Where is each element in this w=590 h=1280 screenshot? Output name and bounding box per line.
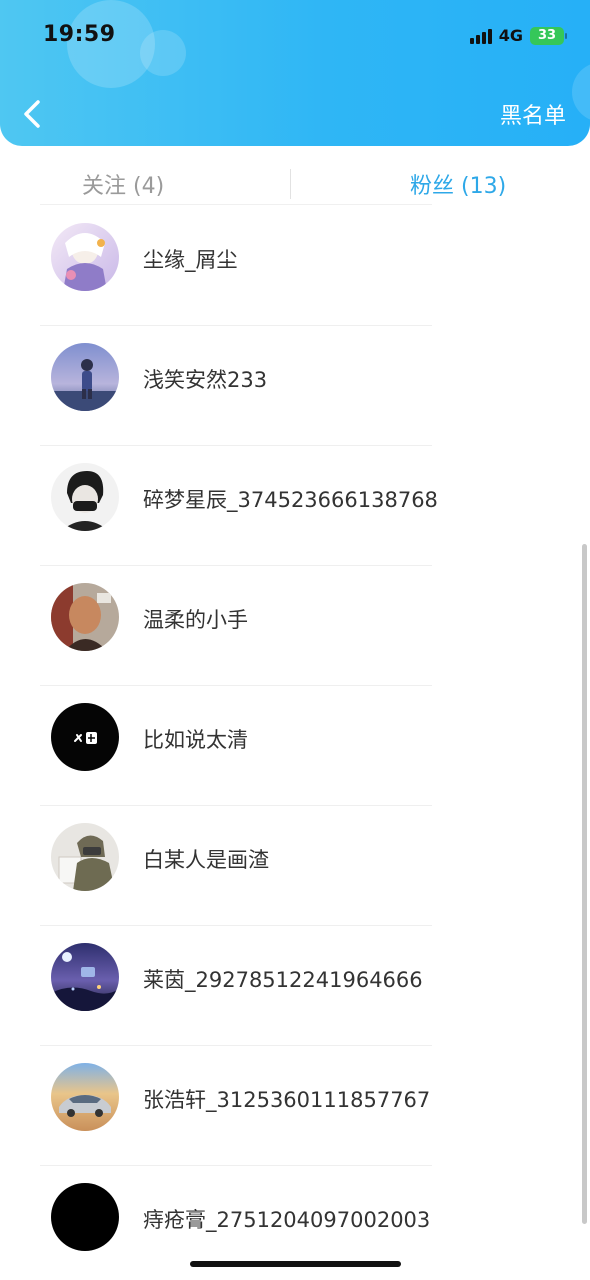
tab-followers[interactable]: 粉丝 (13) [410,168,506,200]
status-indicators: 4G 33 [469,26,567,45]
status-time: 19:59 [43,22,116,47]
username: 张浩轩_3125360111857767 [143,1088,431,1112]
username: 尘缘_屑尘 [143,248,238,272]
avatar[interactable] [51,583,119,651]
avatar[interactable] [51,703,119,771]
battery-icon: 33 [530,26,567,45]
avatar[interactable] [51,823,119,891]
decorative-bubble [140,30,186,76]
username: 碎梦星辰_374523666138768 [143,488,438,512]
network-type: 4G [498,26,523,45]
cellular-signal-icon [469,28,492,44]
tab-following[interactable]: 关注 (4) [82,168,164,200]
username: 比如说太清 [143,728,248,752]
blacklist-button[interactable]: 黑名单 [500,98,566,130]
avatar[interactable] [51,943,119,1011]
avatar[interactable] [51,343,119,411]
list-item[interactable]: 温柔的小手 [0,566,590,686]
divider [40,204,432,205]
home-indicator[interactable] [190,1261,401,1267]
decorative-bubble [572,62,590,122]
battery-level: 33 [537,28,557,43]
follow-tabs: 关注 (4) 粉丝 (13) [0,160,590,208]
list-item[interactable]: 浅笑安然233 [0,326,590,446]
list-item[interactable]: 白某人是画渣 [0,806,590,926]
avatar[interactable] [51,223,119,291]
avatar[interactable] [51,1183,119,1251]
followers-screen: 19:59 4G 33 黑名单 关注 (4) 粉丝 (13) 尘缘_屑尘 浅笑安… [0,0,590,1280]
username: 温柔的小手 [143,608,248,632]
list-item[interactable]: 莱茵_29278512241964666 [0,926,590,1046]
avatar[interactable] [51,463,119,531]
list-item[interactable]: 张浩轩_3125360111857767 [0,1046,590,1166]
username: 白某人是画渣 [143,848,269,872]
username: 痔疮膏_2751204097002003 [143,1208,431,1232]
tab-divider [290,169,291,199]
chevron-left-icon [24,100,40,128]
list-item[interactable]: 尘缘_屑尘 [0,206,590,326]
username: 莱茵_29278512241964666 [143,968,423,992]
list-item[interactable]: 比如说太清 [0,686,590,806]
list-item[interactable]: 碎梦星辰_374523666138768 [0,446,590,566]
followers-list: 尘缘_屑尘 浅笑安然233 碎梦星辰_374523666138768 温柔的小手… [0,206,590,1280]
username: 浅笑安然233 [143,368,268,392]
back-button[interactable] [16,94,52,134]
avatar[interactable] [51,1063,119,1131]
scrollbar[interactable] [582,544,587,1224]
header-bar: 19:59 4G 33 黑名单 [0,0,590,146]
